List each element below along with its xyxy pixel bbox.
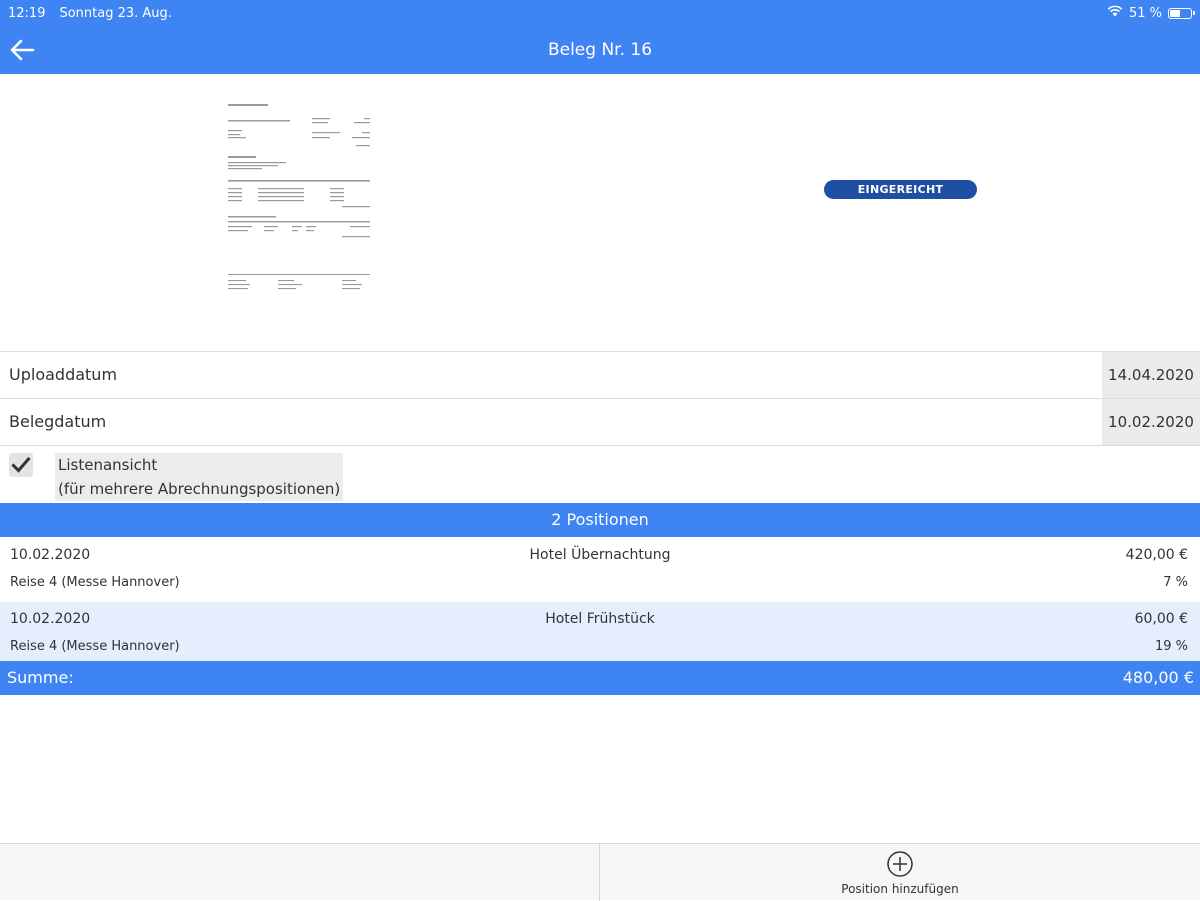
- upload-date-row[interactable]: Uploaddatum 14.04.2020: [0, 351, 1200, 398]
- position-description: Hotel Frühstück: [545, 611, 655, 627]
- position-trip: Reise 4 (Messe Hannover): [10, 575, 180, 590]
- list-view-toggle-row: Listenansicht (für mehrere Abrechnungspo…: [0, 445, 1200, 503]
- position-amount: 60,00 €: [1134, 611, 1188, 627]
- status-badge: EINGEREICHT: [824, 180, 977, 199]
- position-description: Hotel Übernachtung: [529, 547, 671, 563]
- positions-header: 2 Positionen: [0, 503, 1200, 537]
- page-title: Beleg Nr. 16: [547, 40, 653, 60]
- nav-bar: Beleg Nr. 16: [0, 26, 1200, 74]
- bottom-toolbar: Position hinzufügen: [0, 843, 1200, 901]
- position-tax: 19 %: [1154, 639, 1188, 654]
- checkmark-icon: [11, 456, 31, 473]
- position-row-2[interactable]: 10.02.2020 Hotel Frühstück 60,00 € Reise…: [0, 602, 1200, 661]
- status-indicators: 51 %: [1107, 0, 1195, 26]
- receipt-date-label: Belegdatum: [9, 412, 107, 431]
- position-tax: 7 %: [1163, 575, 1188, 590]
- status-date: Sonntag 23. Aug.: [59, 5, 172, 21]
- position-amount: 420,00 €: [1125, 547, 1188, 563]
- status-time: 12:19: [8, 5, 46, 21]
- status-bar: 12:19 Sonntag 23. Aug. 51 %: [0, 0, 1200, 26]
- upload-date-label: Uploaddatum: [9, 365, 118, 384]
- receipt-date-row[interactable]: Belegdatum 10.02.2020: [0, 398, 1200, 445]
- add-position-button[interactable]: Position hinzufügen: [600, 844, 1200, 901]
- receipt-preview: EINGEREICHT: [0, 74, 1200, 351]
- battery-percent: 51 %: [1128, 5, 1162, 21]
- battery-icon: [1168, 7, 1195, 19]
- upload-date-value[interactable]: 14.04.2020: [1102, 352, 1200, 398]
- sum-bar: Summe: 480,00 €: [0, 661, 1200, 695]
- list-view-label: Listenansicht (für mehrere Abrechnungspo…: [55, 453, 344, 501]
- plus-circle-icon: [887, 851, 913, 877]
- list-view-label-line1: Listenansicht: [58, 456, 158, 474]
- wifi-icon: [1107, 5, 1123, 21]
- list-view-checkbox[interactable]: [9, 453, 33, 477]
- position-trip: Reise 4 (Messe Hannover): [10, 639, 180, 654]
- receipt-date-value[interactable]: 10.02.2020: [1102, 399, 1200, 445]
- receipt-thumbnail[interactable]: [222, 100, 376, 322]
- sum-label: Summe:: [7, 668, 74, 687]
- position-row-1[interactable]: 10.02.2020 Hotel Übernachtung 420,00 € R…: [0, 538, 1200, 597]
- add-position-label: Position hinzufügen: [841, 882, 959, 896]
- list-view-label-line2: (für mehrere Abrechnungspositionen): [58, 480, 341, 498]
- sum-value: 480,00 €: [1122, 668, 1194, 687]
